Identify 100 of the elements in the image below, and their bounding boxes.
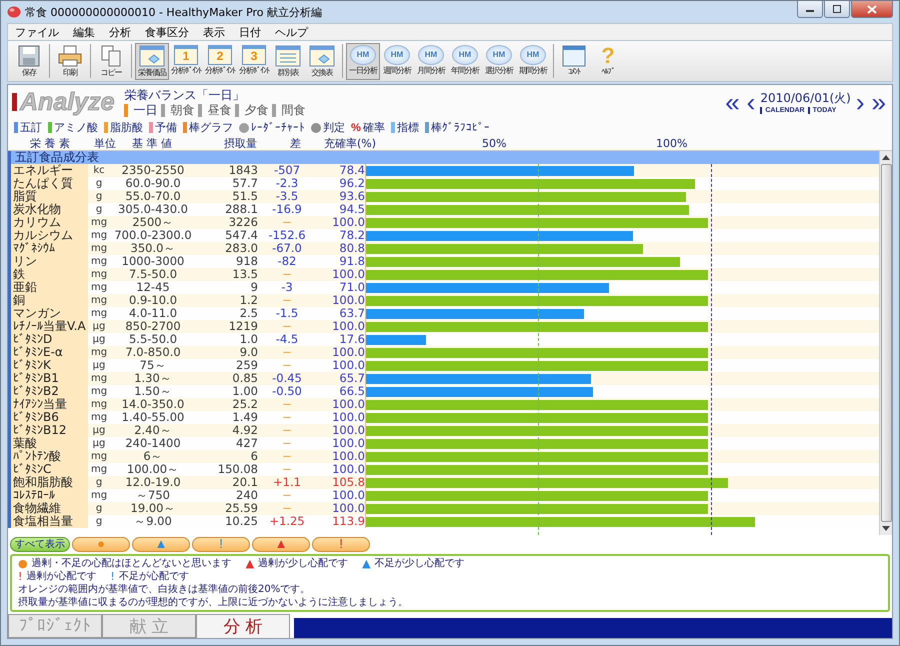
- standard-cell-text: 100.00～: [126, 463, 180, 476]
- first-button[interactable]: «: [723, 89, 742, 115]
- previous-button[interactable]: ‹: [744, 89, 758, 115]
- rate-cell-text: 94.5: [338, 203, 365, 216]
- close-icon: [867, 4, 877, 14]
- nutrient-name: 飽和脂肪酸: [8, 476, 88, 489]
- filter-button[interactable]: すべて表示: [10, 537, 70, 552]
- view-toggle[interactable]: 五訂: [14, 120, 42, 135]
- standard-cell-text: 6～: [142, 450, 164, 463]
- toolbar-button[interactable]: 3 分析ﾎﾟｲﾝﾄ: [237, 42, 271, 80]
- toolbar-button[interactable]: コピー: [94, 42, 128, 80]
- minimize-button[interactable]: [797, 1, 823, 18]
- rate-cell-text: 80.8: [338, 242, 365, 255]
- legend-glyph: !: [18, 570, 22, 583]
- toolbar-button[interactable]: ｺﾒﾝﾄ: [557, 42, 591, 80]
- unit-cell-text: mg: [90, 489, 108, 502]
- group-header: 五訂食品成分表: [8, 151, 879, 164]
- scroll-down-icon[interactable]: [882, 526, 890, 532]
- window-icon: [275, 44, 301, 66]
- unit-cell-text: mg: [90, 255, 108, 268]
- diff-cell-text: −: [281, 268, 293, 281]
- intake-cell-text: 1.49: [231, 411, 258, 424]
- toolbar-button[interactable]: HM 一日分析: [346, 42, 380, 80]
- view-toggle[interactable]: 棒グラフ: [183, 120, 233, 135]
- diff-cell-text: -2.3: [274, 177, 300, 190]
- toolbar-button[interactable]: HM 月間分析: [414, 42, 448, 80]
- menu-item[interactable]: 編集: [66, 24, 102, 40]
- view-toggle[interactable]: 脂肪酸: [104, 120, 143, 135]
- intake-cell-text: 1.2: [238, 294, 258, 307]
- rate-cell-text: 100.0: [331, 450, 365, 463]
- intake-cell-text: 288.1: [224, 203, 258, 216]
- nutrient-name: マンガン: [8, 307, 88, 320]
- toolbar-button[interactable]: HM 年間分析: [448, 42, 482, 80]
- intake-cell-text: 259: [235, 359, 258, 372]
- toolbar-button[interactable]: 栄養価品: [135, 42, 169, 80]
- rate-cell-text: 113.9: [331, 515, 365, 528]
- nutrient-name: カリウム: [8, 216, 88, 229]
- floppy-icon: [16, 44, 42, 66]
- unit-cell-text: mg: [90, 463, 108, 476]
- standard-cell-text: 1.50～: [133, 385, 173, 398]
- menu-item[interactable]: 分析: [102, 24, 138, 40]
- legend-glyph: ▲: [362, 557, 371, 570]
- standard-cell-text: 12-45: [135, 281, 171, 294]
- view-toggle[interactable]: アミノ酸: [48, 120, 98, 135]
- toolbar-button[interactable]: HM 週間分析: [380, 42, 414, 80]
- rate-cell-text: 78.4: [338, 164, 365, 177]
- column-header: 100%: [656, 136, 688, 150]
- toolbar-button[interactable]: HM 選択分析: [482, 42, 516, 80]
- standard-cell-text: ～750: [135, 489, 171, 502]
- diff-cell-text: -82: [276, 255, 298, 268]
- diff-cell-text: +1.25: [268, 515, 306, 528]
- unit-cell-text: μg: [92, 424, 106, 437]
- close-button[interactable]: [851, 1, 893, 18]
- view-toggle[interactable]: 棒ｸﾞﾗﾌｺﾋﾟｰ: [424, 120, 490, 135]
- standard-cell-text: 2350-2550: [120, 164, 186, 177]
- filter-glyph: ▲: [154, 536, 168, 551]
- view-toggle[interactable]: 予備: [149, 120, 177, 135]
- scrollbar[interactable]: [879, 151, 892, 535]
- nutrient-name: ﾋﾞﾀﾐﾝE-α: [8, 346, 88, 359]
- toolbar-button[interactable]: 2 分析ﾎﾟｲﾝﾄ: [203, 42, 237, 80]
- next-button[interactable]: ›: [854, 89, 867, 115]
- standard-cell-text: 5.5-50.0: [128, 333, 178, 346]
- menu-item[interactable]: 日付: [232, 24, 268, 40]
- toolbar-button[interactable]: 1 分析ﾎﾟｲﾝﾄ: [169, 42, 203, 80]
- window-icon: [309, 44, 335, 66]
- maximize-button[interactable]: [824, 1, 850, 18]
- view-toggle[interactable]: 判定: [311, 120, 345, 135]
- scroll-up-icon[interactable]: [882, 154, 890, 160]
- standard-cell-text: 1.40-55.00: [120, 411, 186, 424]
- intake-cell-text: 1.0: [238, 333, 258, 346]
- toolbar-button[interactable]: 群別表: [271, 42, 305, 80]
- standard-cell-text: 19.00～: [130, 502, 176, 515]
- window-icon: [561, 44, 587, 66]
- menu-item[interactable]: 食事区分: [138, 24, 196, 40]
- bottom-tab[interactable]: 分 析: [196, 614, 290, 638]
- intake-cell-text: 547.4: [224, 229, 258, 242]
- menu-item[interactable]: 表示: [196, 24, 232, 40]
- nutrient-name: エネルギー: [8, 164, 88, 177]
- view-toggle[interactable]: 指標: [390, 120, 419, 135]
- unit-cell-text: mg: [90, 372, 108, 385]
- rate-cell-text: 65.7: [338, 372, 365, 385]
- view-toggle[interactable]: % 確率: [351, 120, 385, 135]
- legend-glyph: ●: [18, 557, 28, 570]
- toolbar-button[interactable]: ? ﾍﾙﾌﾟ: [591, 42, 625, 80]
- toolbar-button[interactable]: 印刷: [53, 42, 87, 80]
- toolbar-button[interactable]: HM 期間分析: [516, 42, 550, 80]
- legend-glyph: ▲: [246, 557, 254, 570]
- rate-cell-text: 71.0: [338, 281, 365, 294]
- toolbar-button[interactable]: 交換表: [305, 42, 339, 80]
- maximize-icon: [832, 5, 842, 13]
- menu-item[interactable]: ファイル: [8, 24, 66, 40]
- menu-item[interactable]: ヘルプ: [268, 24, 315, 40]
- legend-text: 過剰・不足の心配はほとんどないと思います: [32, 557, 232, 570]
- rate-cell-text: 100.0: [331, 398, 365, 411]
- unit-cell-text: g: [94, 190, 104, 203]
- standard-cell-text: 850-2700: [124, 320, 182, 333]
- toolbar-button[interactable]: 保存: [12, 42, 46, 80]
- last-button[interactable]: »: [870, 89, 888, 115]
- view-toggle[interactable]: ﾚｰﾀﾞｰﾁｬｰﾄ: [239, 121, 305, 134]
- rate-cell-text: 100.0: [331, 294, 365, 307]
